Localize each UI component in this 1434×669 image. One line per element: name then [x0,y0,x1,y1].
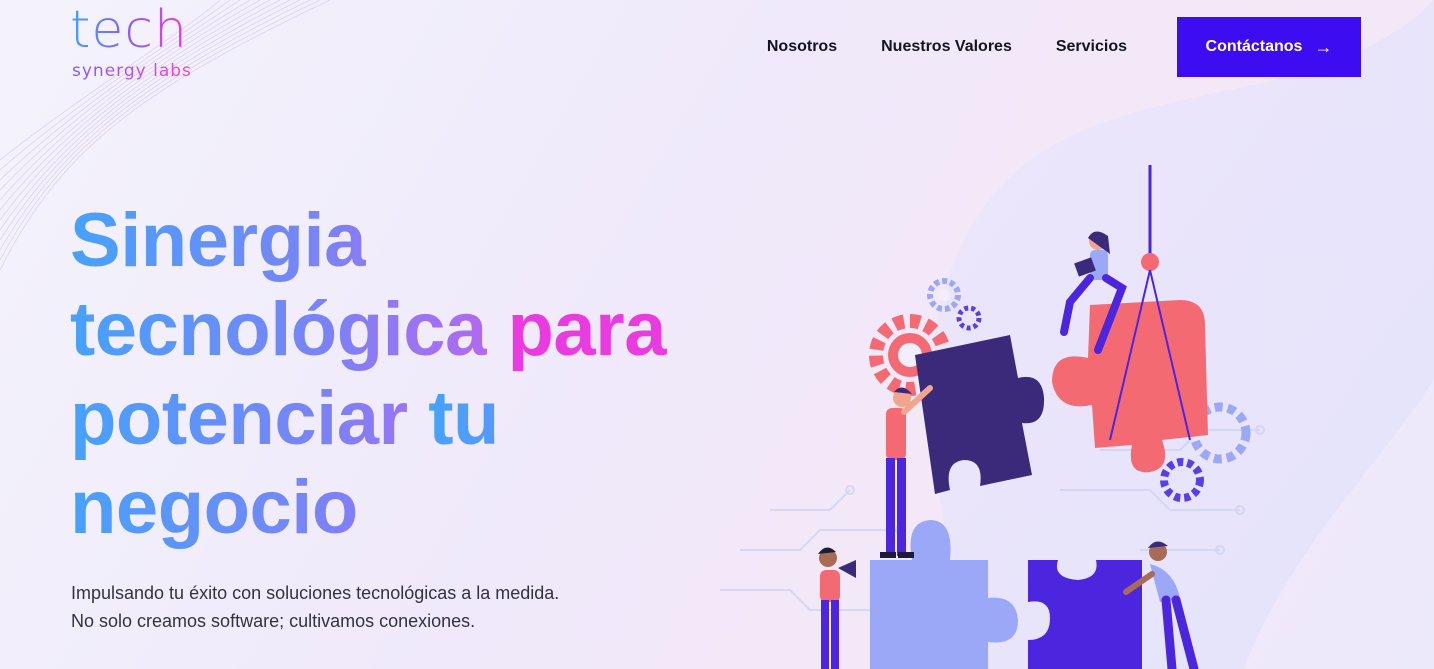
logo[interactable]: tech synergy labs [70,0,240,88]
gear-icon [956,305,982,331]
contact-button-label: Contáctanos [1205,38,1303,55]
person-with-megaphone-figure [818,547,856,669]
hero-title-word: Sinergia [70,198,366,283]
gear-icon [927,278,961,312]
contact-button[interactable]: Contáctanos → [1177,17,1361,77]
hero-subtitle-line-2: No solo creamos software; cultivamos con… [71,611,476,631]
hero-title-word: tecnológica [70,287,487,372]
hero-title-word: potenciar [70,376,408,461]
nav-link-servicios[interactable]: Servicios [1056,38,1127,56]
hero-title-line-3: potenciar tu [70,374,730,463]
hero-title-word: para [507,287,666,372]
nav-link-nuestros-valores[interactable]: Nuestros Valores [881,38,1012,56]
puzzle-piece-navy [915,335,1045,494]
hero-title: Sinergia tecnológica para potenciar tu n… [70,196,730,552]
gear-icon [1160,458,1204,502]
hero-title-word: negocio [70,465,358,550]
arrow-right-icon: → [1314,36,1333,57]
hero-title-line-2: tecnológica para [70,285,730,374]
page: tech synergy labs Nosotros Nuestros Valo… [0,0,1434,669]
nav-link-nosotros[interactable]: Nosotros [767,38,837,56]
puzzle-piece-violet [1028,560,1142,669]
logo-wordmark: tech [70,0,188,60]
hero-subtitle: Impulsando tu éxito con soluciones tecno… [71,579,559,635]
hero-title-word: tu [428,376,499,461]
hero-title-line-4: negocio [70,463,730,552]
puzzle-team-illustration [720,165,1265,669]
logo-tagline: synergy labs [72,61,192,81]
main-nav: Nosotros Nuestros Valores Servicios Cont… [767,17,1361,77]
hero-title-line-1: Sinergia [70,196,730,285]
hero-subtitle-line-1: Impulsando tu éxito con soluciones tecno… [71,583,560,603]
